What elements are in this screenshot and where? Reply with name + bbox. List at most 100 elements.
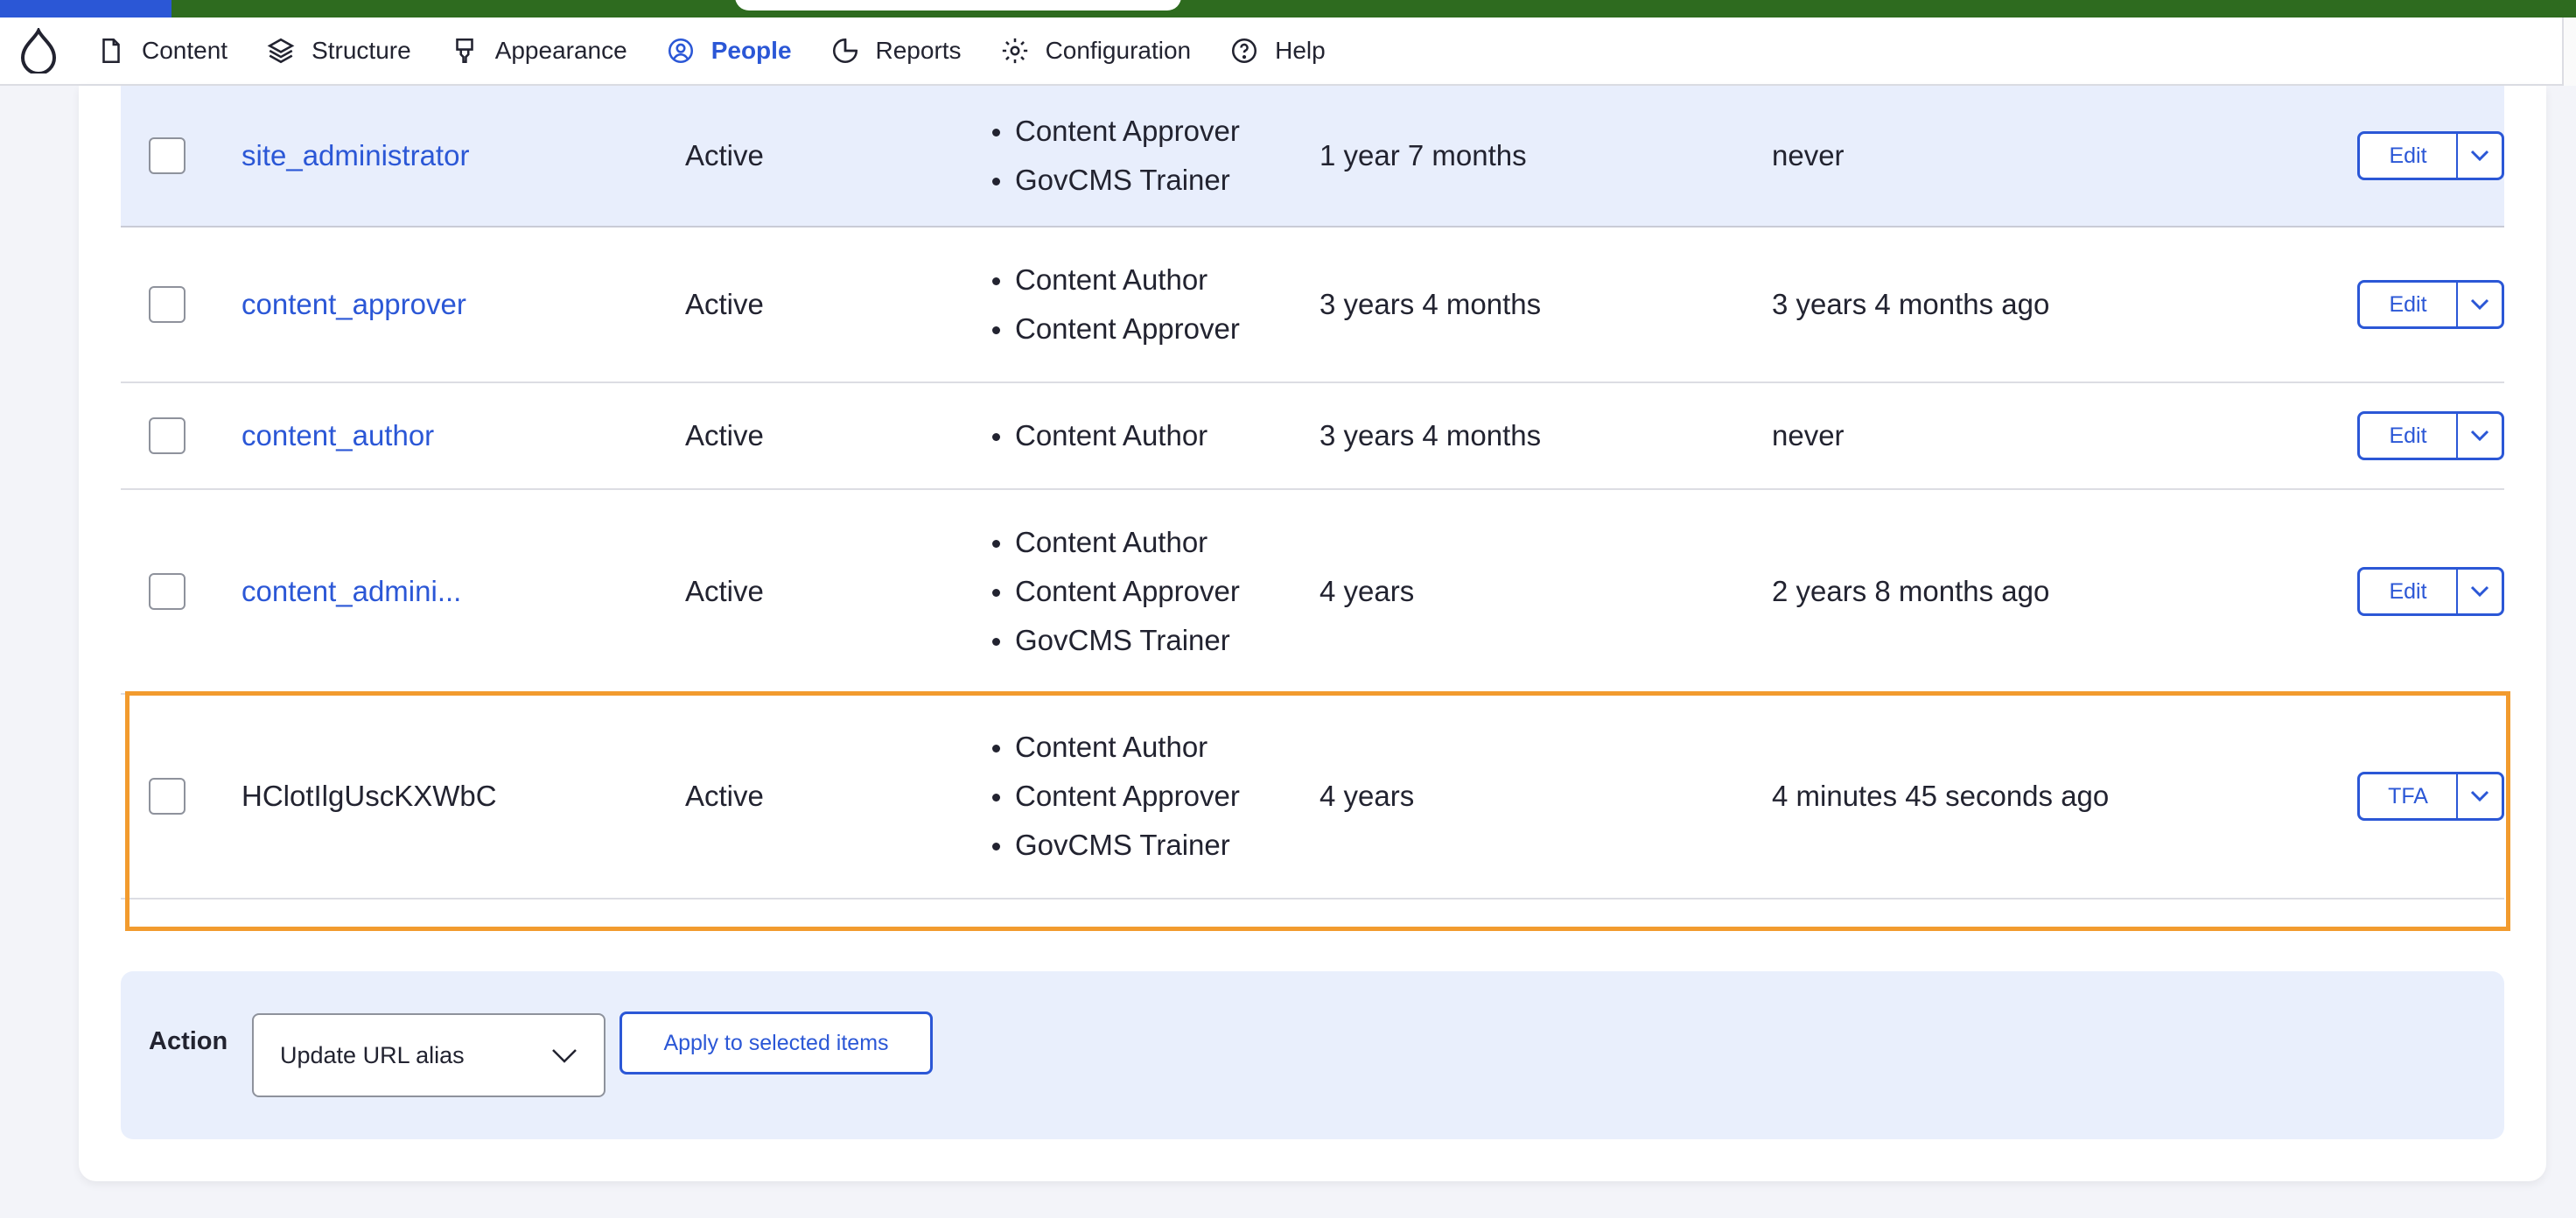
chevron-down-icon (552, 1049, 577, 1063)
toolbar-item-label: Reports (875, 37, 962, 64)
chevron-down-icon (2470, 790, 2489, 802)
last-access-cell: 2 years 8 months ago (1772, 575, 2050, 607)
username-text: HClotIlgUscKXWbC (242, 780, 497, 812)
pie-chart-icon (832, 38, 858, 64)
status-cell: Active (685, 419, 764, 452)
row-select-checkbox[interactable] (149, 286, 186, 323)
edit-button[interactable]: Edit (2360, 570, 2458, 613)
chevron-down-icon (2470, 298, 2489, 311)
admin-toolbar: Content Structure Appearance People Repo… (0, 18, 2576, 86)
action-select-value: Update URL alias (280, 1041, 465, 1068)
row-select-checkbox[interactable] (149, 778, 186, 815)
toolbar-item-structure[interactable]: Structure (247, 17, 430, 85)
dropbutton-toggle[interactable] (2458, 570, 2502, 613)
apply-to-selected-button[interactable]: Apply to selected items (620, 1012, 933, 1074)
operations-dropbutton: Edit (2357, 411, 2504, 460)
action-label: Action (149, 1027, 228, 1055)
toolbar-item-label: Structure (312, 37, 411, 64)
last-access-cell: 3 years 4 months ago (1772, 288, 2050, 320)
top-strip-pill (735, 0, 1181, 10)
role-item: GovCMS Trainer (987, 821, 1240, 870)
roles-cell: Content Author (987, 411, 1208, 460)
table-row: site_administrator Active Content Approv… (121, 86, 2504, 228)
toolbar-item-label: Help (1275, 37, 1326, 64)
last-access-cell: never (1772, 139, 1844, 172)
role-item: GovCMS Trainer (987, 156, 1240, 205)
file-icon (102, 38, 120, 64)
username-link[interactable]: content_author (242, 419, 434, 452)
username-link[interactable]: content_approver (242, 288, 466, 320)
roles-cell: Content Author Content Approver GovCMS T… (987, 723, 1240, 870)
brush-icon (455, 38, 473, 64)
toolbar-item-help[interactable]: Help (1210, 17, 1345, 85)
role-item: Content Approver (987, 304, 1240, 354)
username-link[interactable]: site_administrator (242, 139, 469, 172)
toolbar-item-reports[interactable]: Reports (811, 17, 981, 85)
row-select-checkbox[interactable] (149, 573, 186, 610)
table-row: content_approver Active Content Author C… (121, 228, 2504, 383)
chevron-down-icon (2470, 430, 2489, 442)
toolbar-item-content[interactable]: Content (77, 17, 247, 85)
role-item: Content Author (987, 518, 1240, 567)
dropbutton-toggle[interactable] (2458, 283, 2502, 326)
toolbar-item-label: People (710, 37, 792, 64)
row-select-checkbox[interactable] (149, 137, 186, 174)
toolbar-item-label: Content (142, 37, 228, 64)
roles-cell: Content Approver GovCMS Trainer (987, 107, 1240, 205)
roles-cell: Content Author Content Approver GovCMS T… (987, 518, 1240, 665)
edit-button[interactable]: Edit (2360, 414, 2458, 458)
toolbar-item-label: Appearance (494, 37, 627, 64)
member-for-cell: 1 year 7 months (1320, 139, 1527, 172)
status-cell: Active (685, 780, 764, 812)
member-for-cell: 4 years (1320, 780, 1415, 812)
action-select[interactable]: Update URL alias (252, 1013, 606, 1097)
roles-cell: Content Author Content Approver (987, 256, 1240, 354)
operations-dropbutton: Edit (2357, 567, 2504, 616)
people-table-card: site_administrator Active Content Approv… (79, 86, 2546, 1181)
help-icon (1232, 38, 1257, 64)
edit-button[interactable]: Edit (2360, 134, 2458, 178)
toolbar-item-configuration[interactable]: Configuration (981, 17, 1211, 85)
toolbar-item-label: Configuration (1045, 37, 1192, 64)
top-strip (0, 0, 2576, 18)
gear-icon (1002, 38, 1027, 64)
table-row: HClotIlgUscKXWbC Active Content Author C… (121, 695, 2504, 900)
member-for-cell: 3 years 4 months (1320, 419, 1542, 452)
edit-button[interactable]: Edit (2360, 283, 2458, 326)
row-select-checkbox[interactable] (149, 417, 186, 454)
status-cell: Active (685, 575, 764, 607)
role-item: GovCMS Trainer (987, 616, 1240, 665)
role-item: Content Approver (987, 107, 1240, 156)
dropbutton-toggle[interactable] (2458, 774, 2502, 818)
chevron-down-icon (2470, 585, 2489, 598)
chevron-down-icon (2470, 150, 2489, 162)
last-access-cell: never (1772, 419, 1844, 452)
status-cell: Active (685, 139, 764, 172)
member-for-cell: 4 years (1320, 575, 1415, 607)
dropbutton-toggle[interactable] (2458, 414, 2502, 458)
top-strip-accent (0, 0, 172, 18)
role-item: Content Approver (987, 772, 1240, 821)
role-item: Content Approver (987, 567, 1240, 616)
tfa-button[interactable]: TFA (2360, 774, 2458, 818)
username-link[interactable]: content_admini... (242, 575, 461, 607)
dropbutton-toggle[interactable] (2458, 134, 2502, 178)
toolbar-edge (2562, 18, 2576, 86)
last-access-cell: 4 minutes 45 seconds ago (1772, 780, 2110, 812)
role-item: Content Author (987, 723, 1240, 772)
user-circle-icon (668, 38, 693, 64)
toolbar-item-people[interactable]: People (647, 17, 811, 85)
drupal-logo-icon[interactable] (0, 17, 77, 85)
operations-dropbutton: TFA (2357, 772, 2504, 821)
toolbar-item-appearance[interactable]: Appearance (430, 17, 647, 85)
role-item: Content Author (987, 411, 1208, 460)
role-item: Content Author (987, 256, 1240, 304)
bulk-action-bar: Action Update URL alias Apply to selecte… (121, 971, 2504, 1139)
operations-dropbutton: Edit (2357, 280, 2504, 329)
member-for-cell: 3 years 4 months (1320, 288, 1542, 320)
layers-icon (267, 38, 295, 64)
table-row: content_admini... Active Content Author … (121, 490, 2504, 695)
table-row: content_author Active Content Author 3 y… (121, 383, 2504, 490)
status-cell: Active (685, 288, 764, 320)
operations-dropbutton: Edit (2357, 131, 2504, 180)
